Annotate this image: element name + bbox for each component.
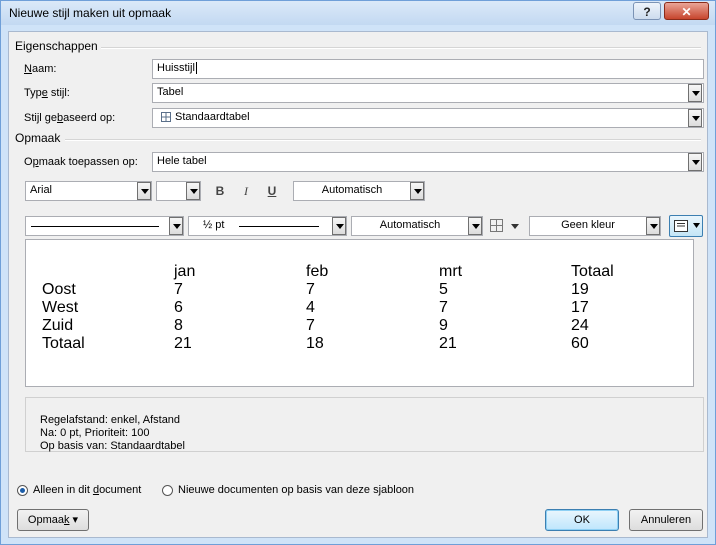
underline-button[interactable]: U [262,181,282,201]
borders-chevron-down-icon[interactable] [511,224,519,229]
dialog-window: Nieuwe stijl maken uit opmaak ? ✕ Eigens… [0,0,716,545]
preview-cell: 21 [439,335,457,352]
preview-header-cell: feb [306,263,329,280]
based-on-dropdown-arrow[interactable] [688,109,702,127]
shading-select[interactable]: Geen kleur [529,216,661,236]
based-on-select[interactable]: Standaardtabel [152,108,704,128]
preview-cell: 8 [174,317,183,334]
dialog-body: Eigenschappen Naam: Huisstijl Type stijl… [8,31,708,538]
cell-alignment-chevron-down-icon [693,223,700,228]
style-description: Regelafstand: enkel, Afstand Na: 0 pt, P… [25,397,704,452]
preview-cell: 9 [439,317,448,334]
based-on-label: Stijl gebaseerd op: [24,112,116,124]
apply-format-label: Opmaak toepassen op: [24,156,138,168]
apply-format-select[interactable]: Hele tabel [152,152,704,172]
help-button[interactable]: ? [633,2,661,20]
preview-row-label: West [42,299,79,316]
font-color-dropdown-arrow[interactable] [410,182,424,200]
preview-cell: 7 [174,281,183,298]
only-this-document-label[interactable]: Alleen in dit document [33,484,141,496]
style-type-dropdown-arrow[interactable] [688,84,702,102]
apply-format-dropdown-arrow[interactable] [688,153,702,171]
shading-dropdown-arrow[interactable] [646,217,660,235]
border-weight-sample [239,226,319,227]
cancel-button[interactable]: Annuleren [629,509,703,531]
border-weight-dropdown-arrow[interactable] [332,217,346,235]
preview-cell: 5 [439,281,448,298]
chevron-down-icon: ▾ [72,514,79,526]
new-documents-template-radio[interactable] [162,485,173,496]
border-style-sample [31,226,159,227]
font-name-dropdown-arrow[interactable] [137,182,151,200]
preview-row-label: Totaal [42,335,85,352]
title-bar: Nieuwe stijl maken uit opmaak ? ✕ [1,1,715,25]
preview-header-cell: Totaal [571,263,614,280]
style-type-select[interactable]: Tabel [152,83,704,103]
format-section-label: Opmaak [15,131,61,145]
italic-button[interactable]: I [236,181,256,201]
cell-alignment-button[interactable] [669,215,703,237]
description-line: Na: 0 pt, Prioriteit: 100 [40,427,150,439]
border-color-select[interactable]: Automatisch [351,216,483,236]
preview-row-label: Zuid [42,317,74,334]
dialog-title: Nieuwe stijl maken uit opmaak [9,6,172,20]
preview-cell: 18 [306,335,324,352]
preview-cell: 21 [174,335,192,352]
close-button[interactable]: ✕ [664,2,709,20]
only-this-document-radio[interactable] [17,485,28,496]
borders-icon[interactable] [490,219,504,233]
preview-header-cell: jan [174,263,196,280]
font-size-dropdown-arrow[interactable] [186,182,200,200]
table-preview: jan feb mrt Totaal Oost 7 7 5 19 West 6 … [25,239,694,387]
preview-cell: 6 [174,299,183,316]
preview-cell: 7 [306,317,315,334]
name-input[interactable]: Huisstijl [152,59,704,79]
border-color-dropdown-arrow[interactable] [468,217,482,235]
preview-cell: 7 [439,299,448,316]
preview-cell: 19 [571,281,589,298]
format-divider [65,139,701,141]
cell-alignment-icon [674,220,688,232]
style-type-label: Type stijl: [24,87,70,99]
preview-header-cell: mrt [439,263,463,280]
preview-cell: 4 [306,299,315,316]
description-line: Op basis van: Standaardtabel [40,440,185,452]
preview-cell: 24 [571,317,589,334]
font-name-select[interactable]: Arial [25,181,152,201]
properties-section-label: Eigenschappen [15,39,98,53]
preview-row-label: Oost [42,281,76,298]
format-menu-button[interactable]: Opmaak ▾ [17,509,89,531]
name-label: Naam: [24,63,57,75]
new-documents-template-label[interactable]: Nieuwe documenten op basis van deze sjab… [178,484,414,496]
font-color-select[interactable]: Automatisch [293,181,425,201]
border-style-dropdown-arrow[interactable] [169,217,183,235]
preview-cell: 7 [306,281,315,298]
bold-button[interactable]: B [210,181,230,201]
description-line: Regelafstand: enkel, Afstand [40,414,181,426]
ok-button[interactable]: OK [545,509,619,531]
properties-divider [101,47,701,49]
preview-cell: 60 [571,335,589,352]
preview-cell: 17 [571,299,589,316]
table-icon [161,112,171,122]
